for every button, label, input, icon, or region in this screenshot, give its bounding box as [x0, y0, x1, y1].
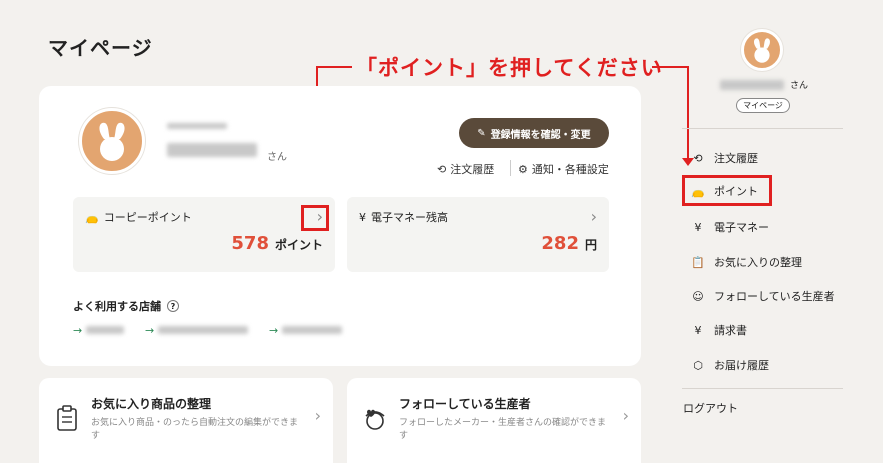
sidebar-avatar[interactable] — [741, 29, 783, 71]
sidebar-item-label: 請求書 — [714, 324, 747, 337]
emoney-label-row: ¥ 電子マネー残高 — [359, 209, 448, 225]
copy-point-unit: ポイント — [274, 238, 323, 252]
emoney-unit: 円 — [584, 238, 597, 252]
chevron-right-icon: › — [314, 406, 321, 425]
delivery-box-icon: ⬡ — [693, 358, 703, 372]
sidebar-item-delivery-history[interactable]: ⬡ お届け履歴 — [690, 357, 769, 373]
favorites-organize-desc: お気に入り商品・のったら自動注文の編集ができます — [91, 418, 299, 441]
history-icon: ⟲ — [437, 162, 447, 176]
history-icon: ⟲ — [693, 151, 703, 165]
notification-settings-label: 通知・各種設定 — [531, 163, 609, 176]
order-history-label: 注文履歴 — [450, 163, 495, 176]
sidebar-item-label: 電子マネー — [714, 221, 769, 234]
store-name-blurred — [281, 326, 342, 334]
store-name-blurred — [157, 326, 248, 334]
callout-line-right-h — [652, 66, 688, 68]
order-history-link[interactable]: ⟲ 注文履歴 — [437, 161, 494, 177]
emoney-chevron-icon[interactable]: › — [591, 207, 597, 226]
pencil-icon: ✎ — [477, 127, 486, 139]
clipboard-icon: 📋 — [691, 255, 705, 269]
producer-icon — [365, 409, 385, 430]
emoney-value-row: 282 円 — [541, 233, 597, 254]
sidebar-item-invoice[interactable]: ¥ 請求書 — [690, 322, 748, 338]
edit-profile-label: 登録情報を確認・変更 — [490, 129, 591, 141]
favorite-stores-label: よく利用する店舗 — [73, 300, 161, 313]
sidebar-item-label: 注文履歴 — [714, 152, 758, 165]
callout-line-right-v — [687, 66, 689, 160]
notification-settings-link[interactable]: ⚙ 通知・各種設定 — [518, 161, 609, 177]
sidebar-item-followed-producers[interactable]: ☺ フォローしている生産者 — [690, 288, 835, 304]
copy-point-value-row: 578 ポイント — [231, 233, 323, 254]
help-icon[interactable]: ? — [167, 300, 179, 312]
sidebar-item-label: フォローしている生産者 — [714, 290, 835, 303]
member-id-blurred — [167, 123, 227, 129]
copy-point-label-row: 👝 コーピーポイント — [85, 209, 192, 225]
favorite-store-link[interactable]: → — [269, 324, 342, 337]
edit-profile-button[interactable]: ✎ 登録情報を確認・変更 — [459, 118, 609, 148]
copy-point-value: 578 — [231, 233, 269, 254]
emoney-label: 電子マネー残高 — [371, 211, 448, 224]
gear-icon: ⚙ — [518, 162, 528, 176]
sidebar-divider — [682, 388, 843, 389]
sidebar-item-favorites[interactable]: 📋 お気に入りの整理 — [690, 254, 802, 270]
favorite-store-link[interactable]: → — [73, 324, 124, 337]
mypage-pill-button[interactable]: マイページ — [736, 98, 790, 113]
instruction-callout: 「ポイント」を押してください — [356, 56, 663, 80]
member-name-blurred — [167, 143, 257, 157]
favorites-organize-title: お気に入り商品の整理 — [91, 397, 212, 411]
rabbit-icon — [754, 38, 770, 63]
sidebar-avatar-wrap — [741, 29, 783, 71]
favorite-stores-title: よく利用する店舗 ? — [73, 298, 179, 314]
sidebar-divider — [682, 128, 843, 129]
logout-link[interactable]: ログアウト — [683, 400, 738, 416]
sidebar-name-blurred — [720, 79, 784, 90]
followed-producers-title: フォローしている生産者 — [399, 397, 531, 411]
sidebar-item-label: お気に入りの整理 — [714, 256, 802, 269]
store-name-blurred — [85, 326, 124, 334]
emoney-value: 282 — [541, 233, 579, 254]
avatar — [79, 108, 145, 174]
copy-point-box[interactable]: 👝 コーピーポイント › 578 ポイント — [73, 197, 335, 272]
sidebar-item-emoney[interactable]: ¥ 電子マネー — [690, 219, 770, 235]
yen-coin-icon: ¥ — [694, 220, 702, 234]
sidebar-item-label: お届け履歴 — [714, 359, 769, 372]
highlight-box-points — [682, 175, 772, 206]
chevron-right-icon: › — [622, 406, 629, 425]
point-bag-icon: 👝 — [85, 210, 99, 224]
yen-coin-icon: ¥ — [359, 210, 366, 224]
copy-point-label: コーピーポイント — [103, 211, 192, 224]
name-honorific: さん — [267, 152, 287, 163]
favorites-organize-card[interactable]: お気に入り商品の整理 お気に入り商品・のったら自動注文の編集ができます › — [39, 378, 333, 463]
sidebar-honorific: さん — [790, 81, 809, 91]
favorite-store-link[interactable]: → — [145, 324, 248, 337]
producer-icon: ☺ — [692, 289, 704, 303]
highlight-box-chevron — [301, 205, 329, 231]
rabbit-icon — [99, 122, 125, 161]
link-separator — [510, 160, 511, 176]
clipboard-icon — [57, 405, 77, 431]
followed-producers-desc: フォローしたメーカー・生産者さんの確認ができます — [399, 418, 607, 441]
followed-producers-card[interactable]: フォローしている生産者 フォローしたメーカー・生産者さんの確認ができます › — [347, 378, 641, 463]
sidebar-item-order-history[interactable]: ⟲ 注文履歴 — [690, 150, 758, 166]
callout-line-left-h — [316, 66, 352, 68]
page-title: マイページ — [48, 36, 153, 60]
invoice-icon: ¥ — [694, 323, 702, 337]
emoney-box[interactable]: ¥ 電子マネー残高 › 282 円 — [347, 197, 609, 272]
profile-card: さん ✎ 登録情報を確認・変更 ⟲ 注文履歴 ⚙ 通知・各種設定 👝 コーピーポ… — [39, 86, 641, 366]
sidebar-user-name: さん — [720, 78, 808, 91]
